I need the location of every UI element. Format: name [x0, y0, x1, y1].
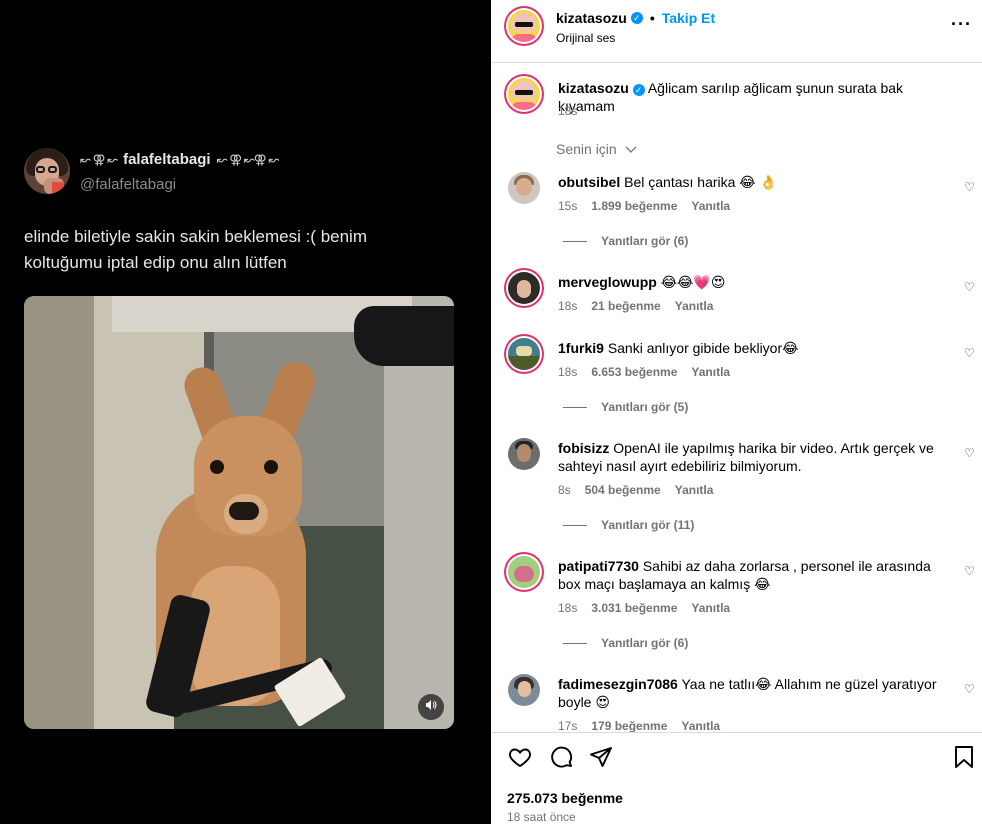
comment-time[interactable]: 15s [558, 199, 577, 213]
comment-likes[interactable]: 3.031 beğenme [591, 601, 677, 615]
comment-username[interactable]: fadimesezgin7086 [558, 676, 678, 692]
comment: obutsibel Bel çantası harika 😂 👌 [558, 173, 948, 191]
view-replies-button[interactable]: Yanıtları gör (11) [563, 518, 694, 532]
reply-button[interactable]: Yanıtla [691, 199, 730, 213]
comment-text: OpenAI ile yapılmış harika bir video. Ar… [558, 440, 934, 474]
comment-time[interactable]: 8s [558, 483, 571, 497]
comment-avatar[interactable] [508, 674, 540, 706]
view-replies-button[interactable]: Yanıtları gör (6) [563, 636, 688, 650]
heart-icon[interactable]: ♡ [964, 446, 975, 460]
reply-button[interactable]: Yanıtla [691, 601, 730, 615]
tweet-avatar [24, 148, 70, 194]
post-actions: 275.073 beğenme 18 saat önce [491, 732, 982, 824]
comment-username[interactable]: 1furki9 [558, 340, 604, 356]
comment-likes[interactable]: 504 beğenme [585, 483, 661, 497]
caption: kizatasozu ✓ Ağlicam sarılıp ağlicam şun… [558, 79, 948, 115]
comment: fobisizz OpenAI ile yapılmış harika bir … [558, 439, 948, 475]
heart-icon[interactable]: ♡ [964, 682, 975, 696]
comment: patipati7730 Sahibi az daha zorlarsa , p… [558, 557, 948, 593]
comment-likes[interactable]: 179 beğenme [591, 719, 667, 733]
view-replies-button[interactable]: Yanıtları gör (5) [563, 400, 688, 414]
follow-button[interactable]: Takip Et [662, 10, 715, 26]
comment: 1furki9 Sanki anlıyor gibide bekliyor😂 [558, 339, 948, 357]
verified-badge-icon: ✓ [632, 84, 645, 96]
author-avatar[interactable] [508, 10, 540, 42]
heart-icon[interactable]: ♡ [964, 346, 975, 360]
comment-text: Bel çantası harika 😂 👌 [624, 174, 777, 190]
comment-username[interactable]: patipati7730 [558, 558, 639, 574]
more-options-icon[interactable]: ··· [951, 14, 972, 35]
name-decoration-right: ↜ ⚢ ↜⚢ ↜ [216, 151, 280, 167]
comment-time[interactable]: 17s [558, 719, 577, 733]
tweet-handle: @falafeltabagi [80, 175, 177, 193]
tweet-display-name: falafeltabagi [123, 151, 211, 168]
comment-icon[interactable] [549, 745, 573, 769]
reply-button[interactable]: Yanıtla [675, 299, 714, 313]
heart-icon[interactable]: ♡ [964, 564, 975, 578]
post-details-panel: kizatasozu ✓ • Takip Et Orijinal ses ···… [491, 0, 982, 824]
share-icon[interactable] [589, 745, 613, 769]
tweet-text: elinde biletiyle sakin sakin beklemesi :… [24, 227, 367, 272]
post-time[interactable]: 18 saat önce [507, 810, 576, 824]
chevron-down-icon [625, 146, 637, 153]
view-replies-button[interactable]: Yanıtları gör (6) [563, 234, 688, 248]
bookmark-icon[interactable] [953, 745, 975, 769]
comment-time[interactable]: 18s [558, 365, 577, 379]
name-decoration-left: ↜ ⚢ ↜ [80, 151, 118, 167]
comment: fadimesezgin7086 Yaa ne tatlıı😂 Allahım … [558, 675, 948, 711]
caption-avatar[interactable] [508, 78, 540, 110]
heart-icon[interactable]: ♡ [964, 180, 975, 194]
heart-icon[interactable] [508, 745, 532, 769]
verified-badge-icon: ✓ [630, 12, 643, 24]
tweet-header: ↜ ⚢ ↜ falafeltabagi ↜ ⚢ ↜⚢ ↜ @falafeltab… [24, 148, 280, 194]
comment-username[interactable]: fobisizz [558, 440, 609, 456]
reply-button[interactable]: Yanıtla [675, 483, 714, 497]
comment-likes[interactable]: 6.653 beğenme [591, 365, 677, 379]
comment-avatar[interactable] [508, 338, 540, 370]
comment-avatar[interactable] [508, 438, 540, 470]
author-username[interactable]: kizatasozu [556, 10, 627, 26]
reply-button[interactable]: Yanıtla [681, 719, 720, 733]
comment-avatar[interactable] [508, 272, 540, 304]
audio-label[interactable]: Orijinal ses [556, 31, 615, 45]
post-media: ↜ ⚢ ↜ falafeltabagi ↜ ⚢ ↜⚢ ↜ @falafeltab… [0, 0, 491, 824]
person-arm [354, 306, 454, 366]
comment-likes[interactable]: 21 beğenme [591, 299, 660, 313]
video-player[interactable] [24, 296, 454, 729]
comment-avatar[interactable] [508, 556, 540, 588]
comment-text: Sanki anlıyor gibide bekliyor😂 [607, 340, 799, 356]
comment-sort[interactable]: Senin için [556, 141, 637, 157]
comment-text: 😂😂💗😍 [660, 274, 726, 290]
likes-count[interactable]: 275.073 beğenme [507, 790, 623, 806]
comment-time[interactable]: 18s [558, 601, 577, 615]
caption-time[interactable]: 18s [558, 104, 577, 118]
comment-username[interactable]: obutsibel [558, 174, 620, 190]
volume-icon[interactable] [418, 694, 444, 720]
comment-time[interactable]: 18s [558, 299, 577, 313]
comment-username[interactable]: merveglowupp [558, 274, 657, 290]
comment-avatar[interactable] [508, 172, 540, 204]
heart-icon[interactable]: ♡ [964, 280, 975, 294]
caption-username[interactable]: kizatasozu [558, 80, 629, 96]
comment-likes[interactable]: 1.899 beğenme [591, 199, 677, 213]
post-header: kizatasozu ✓ • Takip Et Orijinal ses ··· [491, 0, 982, 63]
comment: merveglowupp 😂😂💗😍 [558, 273, 948, 291]
reply-button[interactable]: Yanıtla [691, 365, 730, 379]
